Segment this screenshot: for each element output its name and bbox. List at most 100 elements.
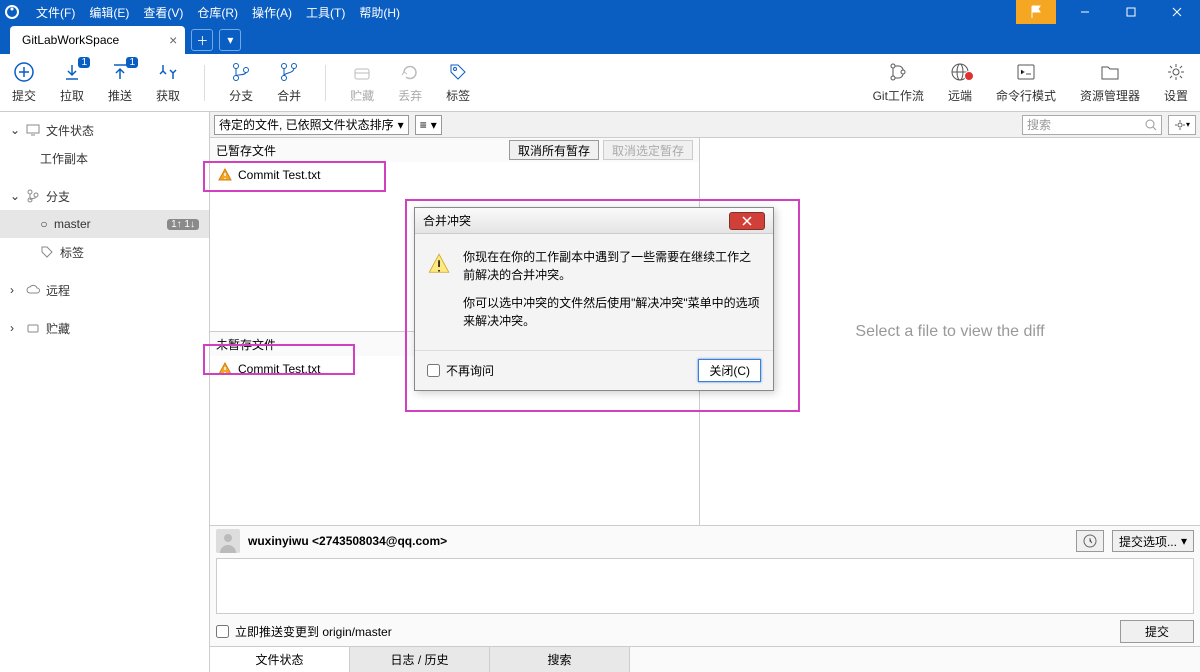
- stash-icon: [351, 61, 373, 83]
- menu-edit[interactable]: 编辑(E): [89, 4, 129, 21]
- gitflow-label: Git工作流: [873, 87, 924, 104]
- sidebar-workcopy[interactable]: 工作副本: [0, 144, 209, 172]
- view-select[interactable]: ≡▾: [415, 115, 442, 135]
- branch-button[interactable]: 分支: [229, 61, 253, 104]
- dialog-line-1: 你现在在你的工作副本中遇到了一些需要在继续工作之前解决的合并冲突。: [463, 248, 761, 284]
- explorer-button[interactable]: 资源管理器: [1080, 61, 1140, 104]
- pull-badge: 1: [78, 57, 90, 68]
- push-badge: 1: [126, 57, 138, 68]
- tab-log[interactable]: 日志 / 历史: [350, 647, 490, 672]
- terminal-button[interactable]: 命令行模式: [996, 61, 1056, 104]
- clock-icon: [1083, 534, 1097, 548]
- commit-options-button[interactable]: 提交选项...▾: [1112, 530, 1194, 552]
- close-button[interactable]: [1154, 0, 1200, 24]
- ahead-behind-badge: 1↑ 1↓: [167, 219, 199, 230]
- unstage-all-button[interactable]: 取消所有暂存: [509, 140, 599, 160]
- close-icon[interactable]: ×: [169, 32, 177, 48]
- menu-file[interactable]: 文件(F): [36, 4, 75, 21]
- push-label: 推送: [108, 87, 132, 104]
- sidebar-remote[interactable]: ›远程: [0, 276, 209, 304]
- pull-label: 拉取: [60, 87, 84, 104]
- dialog-text: 你现在在你的工作副本中遇到了一些需要在继续工作之前解决的合并冲突。 你可以选中冲…: [463, 248, 761, 340]
- stash-icon: [26, 322, 40, 334]
- menu-view[interactable]: 查看(V): [143, 4, 183, 21]
- fetch-label: 获取: [156, 87, 180, 104]
- sidebar-master[interactable]: ○ master 1↑ 1↓: [0, 210, 209, 238]
- pull-button[interactable]: 1拉取: [60, 61, 84, 104]
- sidebar-label: master: [54, 217, 91, 231]
- search-input[interactable]: 搜索: [1022, 115, 1162, 135]
- main: 待定的文件, 已依照文件状态排序▾ ≡▾ 搜索 ▾ 已暂存文件 取消所有暂存 取…: [210, 112, 1200, 672]
- minimize-button[interactable]: [1062, 0, 1108, 24]
- remote-button[interactable]: 远端: [948, 61, 972, 104]
- stash-button[interactable]: 贮藏: [350, 61, 374, 104]
- commit-author: wuxinyiwu <2743508034@qq.com>: [248, 534, 447, 548]
- discard-icon: [399, 61, 421, 83]
- sidebar-filestatus[interactable]: ⌄文件状态: [0, 116, 209, 144]
- fetch-button[interactable]: 获取: [156, 61, 180, 104]
- alert-dot-icon: [964, 71, 974, 81]
- menu-repo[interactable]: 仓库(R): [197, 4, 238, 21]
- tab-list-button[interactable]: ▾: [219, 29, 241, 51]
- new-tab-button[interactable]: ＋: [191, 29, 213, 51]
- commit-panel: wuxinyiwu <2743508034@qq.com> 提交选项...▾ 立…: [210, 525, 1200, 672]
- search-placeholder: 搜索: [1027, 116, 1145, 133]
- maximize-button[interactable]: [1108, 0, 1154, 24]
- staged-header: 已暂存文件 取消所有暂存 取消选定暂存: [210, 138, 699, 162]
- tab-search[interactable]: 搜索: [490, 647, 630, 672]
- push-immediately-checkbox[interactable]: [216, 625, 229, 638]
- menu-tool[interactable]: 工具(T): [306, 4, 345, 21]
- sidebar-stash[interactable]: ›贮藏: [0, 314, 209, 342]
- tab-file-status[interactable]: 文件状态: [210, 647, 350, 672]
- unstaged-label: 未暂存文件: [216, 336, 276, 353]
- tag-label: 标签: [446, 87, 470, 104]
- remote-label: 远端: [948, 87, 972, 104]
- discard-button[interactable]: 丢弃: [398, 61, 422, 104]
- branch-icon: [26, 189, 40, 203]
- monitor-icon: [26, 124, 40, 136]
- settings-button[interactable]: 设置: [1164, 61, 1188, 104]
- push-button[interactable]: 1推送: [108, 61, 132, 104]
- dont-ask-checkbox[interactable]: [427, 364, 440, 377]
- branch-label: 分支: [229, 87, 253, 104]
- filter-options-button[interactable]: ▾: [1168, 115, 1196, 135]
- bottom-tabs: 文件状态 日志 / 历史 搜索: [210, 646, 1200, 672]
- gear-icon: [1174, 119, 1186, 131]
- menubar: 文件(F) 编辑(E) 查看(V) 仓库(R) 操作(A) 工具(T) 帮助(H…: [24, 4, 400, 21]
- workspace-tab[interactable]: GitLabWorkSpace ×: [10, 26, 185, 54]
- sidebar-tag[interactable]: 标签: [0, 238, 209, 266]
- discard-label: 丢弃: [398, 87, 422, 104]
- sidebar-branch[interactable]: ⌄分支: [0, 182, 209, 210]
- push-now-label: 立即推送变更到 origin/master: [235, 623, 392, 640]
- sidebar-label: 远程: [46, 282, 70, 299]
- menu-action[interactable]: 操作(A): [252, 4, 292, 21]
- history-button[interactable]: [1076, 530, 1104, 552]
- filter-bar: 待定的文件, 已依照文件状态排序▾ ≡▾ 搜索 ▾: [210, 112, 1200, 138]
- tag-button[interactable]: 标签: [446, 61, 470, 104]
- unstage-selected-button[interactable]: 取消选定暂存: [603, 140, 693, 160]
- tag-icon: [40, 245, 54, 259]
- dialog-close-button[interactable]: [729, 212, 765, 230]
- staged-file-row[interactable]: Commit Test.txt: [210, 162, 699, 188]
- branch-icon: [230, 61, 252, 83]
- sort-select[interactable]: 待定的文件, 已依照文件状态排序▾: [214, 115, 409, 135]
- commit-button[interactable]: 提交: [12, 61, 36, 104]
- flag-icon[interactable]: [1016, 0, 1056, 24]
- titlebar: 文件(F) 编辑(E) 查看(V) 仓库(R) 操作(A) 工具(T) 帮助(H…: [0, 0, 1200, 24]
- gitflow-icon: [887, 61, 909, 83]
- menu-help[interactable]: 帮助(H): [359, 4, 400, 21]
- commit-submit-button[interactable]: 提交: [1120, 620, 1194, 643]
- settings-label: 设置: [1164, 87, 1188, 104]
- avatar: [216, 529, 240, 553]
- dialog-close-ok-button[interactable]: 关闭(C): [698, 359, 761, 382]
- commit-message-input[interactable]: [216, 558, 1194, 614]
- stash-label: 贮藏: [350, 87, 374, 104]
- diff-placeholder: Select a file to view the diff: [700, 138, 1200, 525]
- current-branch-icon: ○: [40, 217, 48, 231]
- chevron-right-icon: ›: [10, 321, 20, 335]
- gitflow-button[interactable]: Git工作流: [873, 61, 924, 104]
- chevron-down-icon: ⌄: [10, 123, 20, 137]
- merge-button[interactable]: 合并: [277, 61, 301, 104]
- sort-label: 待定的文件, 已依照文件状态排序: [219, 116, 394, 133]
- cloud-icon: [26, 284, 40, 296]
